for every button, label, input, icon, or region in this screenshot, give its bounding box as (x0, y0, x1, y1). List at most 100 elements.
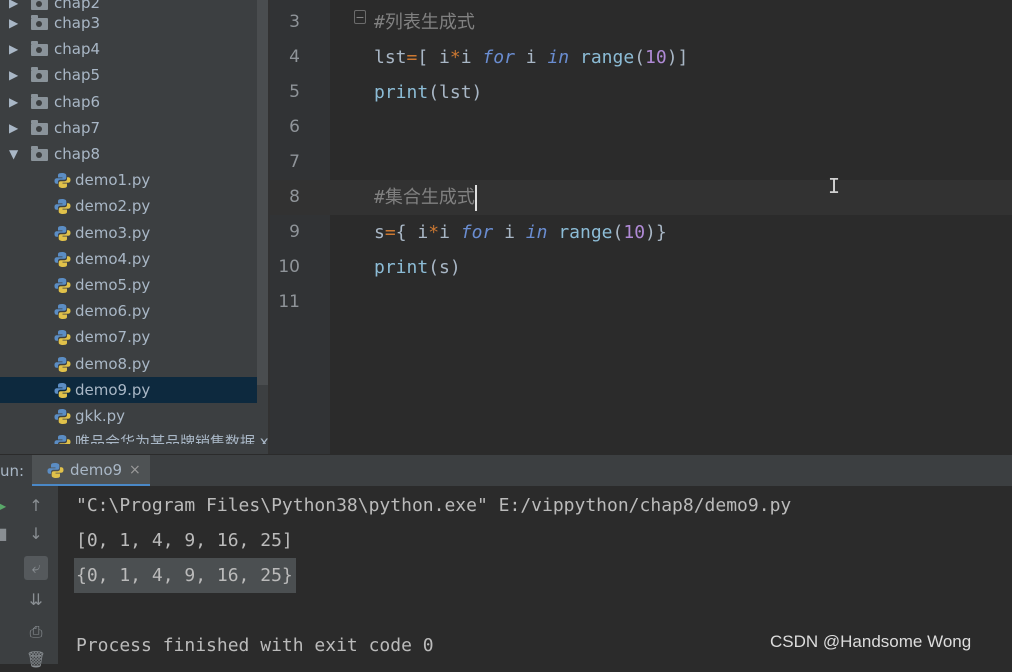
folder-icon (31, 119, 48, 135)
code-line[interactable]: 5 print(lst) (270, 75, 1012, 110)
code-token: )] (666, 47, 689, 68)
tree-horizontal-scrollbar[interactable] (0, 444, 268, 454)
code-line[interactable]: 6 (270, 110, 1012, 145)
tree-folder-chap5[interactable]: ▶ chap5 (0, 62, 257, 88)
chevron-right-icon[interactable]: ▶ (9, 36, 21, 62)
code-text[interactable]: print(lst) (374, 75, 482, 110)
folder-icon (31, 15, 48, 30)
line-number: 7 (289, 152, 300, 172)
code-line[interactable]: 4 lst=[ i*i for i in range(10)] (270, 40, 1012, 75)
tree-folder-label: chap7 (54, 118, 101, 137)
code-editor[interactable]: 3 #列表生成式 4 lst=[ i*i for i in range(10)] 5 pr… (270, 0, 1012, 454)
tree-folder-label: chap4 (54, 40, 101, 59)
python-file-icon (54, 304, 71, 320)
code-token: ( (612, 222, 624, 243)
python-file-icon (54, 251, 71, 267)
tree-file-item[interactable]: demo4.py (0, 246, 257, 272)
tree-folder-label: chap5 (54, 66, 101, 85)
project-tree: ▶ chap2 ▶ chap3 ▶ chap4 ▶ chap5 ▶ chap6 ▶ chap7 ▼ c… (0, 0, 268, 454)
tree-file-label: demo9.py (75, 380, 151, 399)
run-tab-demo9[interactable]: demo9 × (32, 455, 150, 487)
chevron-right-icon[interactable]: ▶ (9, 10, 21, 36)
chevron-right-icon[interactable]: ▶ (9, 89, 21, 115)
up-arrow-icon[interactable]: ↑ (24, 494, 48, 518)
code-operator: * (428, 222, 440, 243)
code-text[interactable]: s={ i*i for i in range(10)} (374, 215, 667, 250)
print-icon[interactable]: ⎙ (24, 620, 48, 644)
code-text[interactable]: #列表生成式 (374, 5, 475, 40)
line-number: 10 (278, 257, 300, 277)
tree-folder-chap8[interactable]: ▼ chap8 (0, 141, 257, 167)
code-keyword: for (482, 47, 515, 68)
code-token: ( (428, 257, 440, 278)
code-token: ) (471, 82, 483, 103)
python-file-icon (54, 225, 71, 241)
tree-file-item[interactable]: demo9.py (0, 376, 257, 403)
tree-scrollbar[interactable] (257, 0, 268, 385)
code-text[interactable]: #集合生成式 (374, 180, 477, 215)
run-toolbar: un: demo9 × (0, 454, 1012, 487)
tree-file-item[interactable]: demo7.py (0, 324, 257, 350)
code-builtin: range (558, 222, 613, 243)
code-operator: = (384, 222, 396, 243)
tree-file-item[interactable]: demo6.py (0, 298, 257, 324)
python-file-icon (54, 382, 71, 398)
code-token: ) (449, 257, 461, 278)
code-keyword: in (547, 47, 570, 68)
tree-file-item[interactable]: demo8.py (0, 351, 257, 377)
tree-folder-label: chap3 (54, 14, 101, 32)
code-builtin: print (374, 257, 429, 278)
code-comment: #集合生成式 (374, 187, 475, 208)
tree-file-label: demo5.py (75, 276, 151, 294)
tree-folder-label: chap8 (54, 145, 101, 163)
python-file-icon (47, 463, 64, 478)
tree-file-item[interactable]: gkk.py (0, 403, 257, 429)
soft-wrap-icon[interactable]: ⤶ (24, 556, 48, 580)
tree-folder-chap6[interactable]: ▶ chap6 (0, 89, 257, 115)
stop-icon[interactable]: ■ (0, 522, 12, 546)
code-line[interactable]: 9 s={ i*i for i in range(10)} (270, 215, 1012, 250)
tree-file-item[interactable]: demo5.py (0, 272, 257, 298)
console-line: "C:\Program Files\Python38\python.exe" E… (76, 495, 792, 516)
chevron-right-icon[interactable]: ▶ (9, 115, 21, 141)
tree-file-item[interactable]: demo1.py (0, 167, 257, 193)
code-line[interactable]: 7 (270, 145, 1012, 180)
line-number: 11 (278, 292, 300, 312)
code-operator: * (449, 47, 461, 68)
code-line[interactable]: 10 print(s) (270, 250, 1012, 285)
code-token: lst (439, 82, 472, 103)
code-line[interactable]: 11 (270, 285, 1012, 320)
line-number: 3 (289, 12, 300, 32)
code-keyword: for (460, 222, 494, 243)
code-token: i (439, 47, 450, 68)
text-caret (474, 185, 477, 211)
folder-icon (31, 93, 48, 109)
tree-file-item[interactable]: demo3.py (0, 220, 257, 246)
scroll-to-end-icon[interactable]: ⇊ (24, 588, 48, 612)
code-text[interactable]: print(s) (374, 250, 461, 285)
chevron-right-icon[interactable]: ▶ (9, 62, 21, 88)
down-arrow-icon[interactable]: ↓ (24, 522, 48, 546)
tree-folder-chap4[interactable]: ▶ chap4 (0, 36, 257, 62)
folder-icon (31, 41, 48, 57)
line-number: 5 (289, 82, 300, 102)
delete-icon[interactable]: 🗑 (24, 648, 48, 672)
fold-icon[interactable]: − (354, 10, 366, 24)
chevron-down-icon[interactable]: ▼ (9, 141, 21, 167)
code-line[interactable]: 3 #列表生成式 (270, 5, 1012, 40)
code-token: i (525, 47, 537, 68)
code-token: lst (374, 47, 407, 68)
code-text[interactable]: lst=[ i*i for i in range(10)] (374, 40, 688, 75)
close-icon[interactable]: × (129, 455, 141, 485)
tree-file-item[interactable]: demo2.py (0, 193, 257, 219)
tree-folder-chap7[interactable]: ▶ chap7 (0, 115, 257, 141)
tree-folder-chap3[interactable]: ▶ chap3 (0, 10, 257, 36)
code-token: { (395, 222, 418, 243)
code-number: 10 (645, 47, 667, 68)
code-line[interactable]: 8 #集合生成式 (270, 180, 1012, 215)
rerun-icon[interactable]: ▶ (0, 494, 12, 518)
